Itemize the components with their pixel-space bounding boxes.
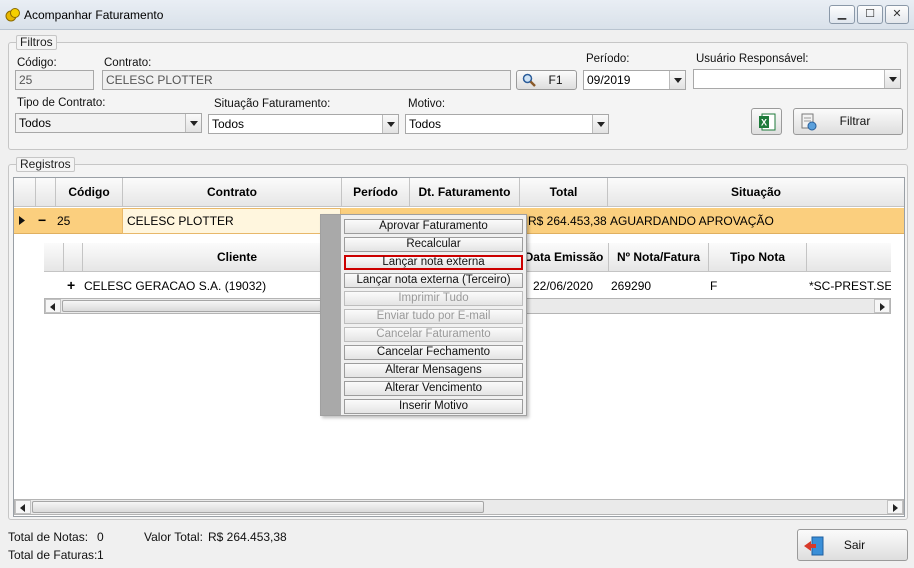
filtrar-button[interactable]: Filtrar	[793, 108, 903, 135]
subgrid-header-indicator	[44, 243, 64, 272]
scroll-thumb[interactable]	[32, 501, 484, 513]
header-dt-faturamento[interactable]: Dt. Faturamento	[410, 178, 520, 207]
subrow-nota: 269290	[611, 279, 652, 293]
grid-horizontal-scrollbar[interactable]	[14, 499, 904, 515]
header-total[interactable]: Total	[520, 178, 608, 207]
document-filter-icon	[801, 113, 817, 131]
chevron-down-icon[interactable]	[382, 115, 398, 133]
codigo-label: Código:	[17, 57, 57, 69]
filtrar-label: Filtrar	[839, 114, 871, 128]
tipo-contrato-select[interactable]: Todos	[15, 113, 202, 133]
menu-item-lancar-nota-externa[interactable]: Lançar nota externa	[344, 255, 523, 270]
sair-label: Sair	[843, 538, 866, 552]
row-contrato: CELESC PLOTTER	[127, 214, 234, 228]
menu-item-cancelar-faturamento[interactable]: Cancelar Faturamento	[344, 327, 523, 342]
situacao-select[interactable]: Todos	[208, 114, 399, 134]
header-periodo[interactable]: Período	[342, 178, 410, 207]
export-excel-button[interactable]: X	[751, 108, 782, 135]
exit-door-icon	[804, 536, 824, 556]
motivo-value: Todos	[409, 117, 442, 131]
svg-text:X: X	[761, 118, 767, 128]
subrow-cliente: CELESC GERACAO S.A. (19032)	[84, 279, 267, 293]
context-menu-strip	[321, 215, 341, 415]
scroll-right-icon[interactable]	[887, 500, 903, 514]
valor-total-value: R$ 264.453,38	[208, 530, 287, 544]
scroll-left-icon[interactable]	[45, 299, 61, 313]
scroll-right-icon[interactable]	[874, 299, 890, 313]
menu-item-imprimir-tudo[interactable]: Imprimir Tudo	[344, 291, 523, 306]
context-menu: Aprovar Faturamento Recalcular Lançar no…	[320, 214, 527, 416]
contrato-field[interactable]: CELESC PLOTTER	[102, 70, 511, 90]
periodo-select[interactable]: 09/2019	[583, 70, 686, 90]
row-indicator-icon	[19, 216, 25, 225]
app-icon	[5, 8, 20, 22]
row-codigo: 25	[57, 214, 71, 228]
close-button[interactable]: ✕	[885, 5, 909, 24]
window-title: Acompanhar Faturamento	[24, 8, 164, 22]
total-notas-label: Total de Notas:	[8, 530, 89, 544]
row-situacao: AGUARDANDO APROVAÇÃO	[610, 214, 774, 228]
subgrid-header-expand	[64, 243, 83, 272]
situacao-value: Todos	[212, 117, 245, 131]
menu-item-aprovar-faturamento[interactable]: Aprovar Faturamento	[344, 219, 523, 234]
chevron-down-icon[interactable]	[592, 115, 608, 133]
total-notas-value: 0	[97, 530, 104, 544]
subrow-extra: *SC-PREST.SER	[809, 279, 891, 293]
row-contrato-cell[interactable]: CELESC PLOTTER	[122, 208, 341, 234]
grid-header-expand	[36, 178, 56, 207]
header-codigo[interactable]: Código	[56, 178, 123, 207]
scroll-thumb[interactable]	[62, 300, 362, 312]
tipo-contrato-value: Todos	[19, 116, 52, 130]
contrato-label: Contrato:	[104, 57, 152, 69]
menu-item-recalcular[interactable]: Recalcular	[344, 237, 523, 252]
minimize-button[interactable]: ▁	[829, 5, 855, 24]
valor-total-label: Valor Total:	[144, 530, 203, 544]
chevron-down-icon[interactable]	[185, 114, 201, 132]
motivo-label: Motivo:	[408, 98, 446, 110]
tipo-contrato-label: Tipo de Contrato:	[17, 97, 106, 109]
f1-search-button[interactable]: F1	[516, 70, 577, 90]
menu-item-enviar-email[interactable]: Enviar tudo por E-mail	[344, 309, 523, 324]
menu-item-alterar-mensagens[interactable]: Alterar Mensagens	[344, 363, 523, 378]
maximize-button[interactable]: ☐	[857, 5, 883, 24]
menu-item-inserir-motivo[interactable]: Inserir Motivo	[344, 399, 523, 414]
filters-group-title: Filtros	[16, 35, 57, 50]
situacao-label: Situação Faturamento:	[214, 98, 331, 110]
menu-item-cancelar-fechamento[interactable]: Cancelar Fechamento	[344, 345, 523, 360]
subheader-extra	[807, 243, 891, 272]
chevron-down-icon[interactable]	[669, 71, 685, 89]
usuario-label: Usuário Responsável:	[696, 53, 809, 65]
menu-item-alterar-vencimento[interactable]: Alterar Vencimento	[344, 381, 523, 396]
usuario-select[interactable]	[693, 69, 901, 89]
periodo-label: Período:	[586, 53, 630, 65]
grid-header-indicator	[14, 178, 36, 207]
collapse-row-button[interactable]: −	[38, 208, 46, 232]
subrow-data-emissao: 22/06/2020	[533, 279, 594, 293]
subheader-nota[interactable]: Nº Nota/Fatura	[609, 243, 709, 272]
sair-button[interactable]: Sair	[797, 529, 908, 561]
excel-icon: X	[759, 113, 776, 131]
codigo-field[interactable]: 25	[15, 70, 94, 90]
periodo-value: 09/2019	[587, 73, 631, 87]
scroll-left-icon[interactable]	[15, 500, 31, 514]
chevron-down-icon[interactable]	[884, 70, 900, 88]
magnifier-icon	[522, 73, 536, 87]
menu-item-lancar-nota-externa-terceiro[interactable]: Lançar nota externa (Terceiro)	[344, 273, 523, 288]
motivo-select[interactable]: Todos	[405, 114, 609, 134]
header-situacao[interactable]: Situação	[608, 178, 904, 207]
total-faturas-value: 1	[97, 548, 104, 562]
registros-group-title: Registros	[16, 157, 75, 172]
total-faturas-label: Total de Faturas:	[8, 548, 98, 562]
title-bar: Acompanhar Faturamento ▁ ☐ ✕	[0, 0, 914, 30]
expand-row-button[interactable]: +	[67, 273, 75, 297]
subheader-tipo-nota[interactable]: Tipo Nota	[709, 243, 807, 272]
row-total: R$ 264.453,38	[528, 214, 607, 228]
subrow-tipo: F	[710, 279, 718, 293]
header-contrato[interactable]: Contrato	[123, 178, 342, 207]
subheader-data-emissao[interactable]: Data Emissão	[520, 243, 609, 272]
